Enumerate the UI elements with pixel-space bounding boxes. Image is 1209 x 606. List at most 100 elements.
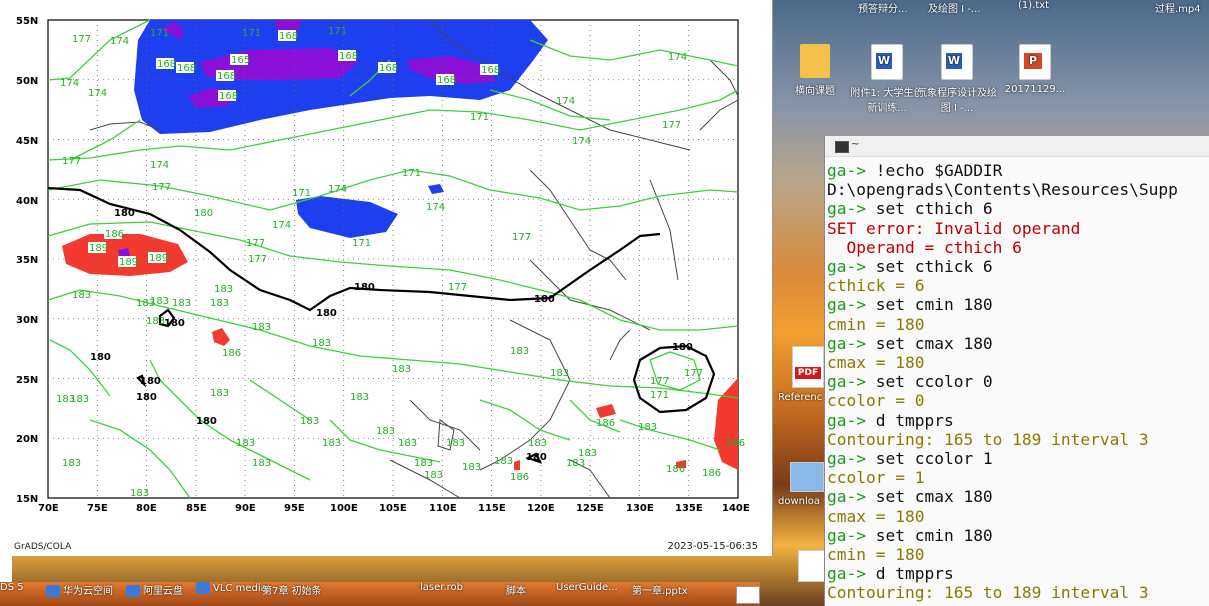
svg-text:171: 171 [328,26,347,37]
svg-text:180: 180 [194,208,213,219]
pdf-icon[interactable]: PDF [792,346,824,388]
lon-label: 140E [722,503,750,514]
svg-text:177: 177 [72,34,91,45]
lat-label: 15N [16,494,38,505]
svg-text:174: 174 [272,220,291,231]
terminal-task-icon[interactable] [736,586,760,604]
svg-text:171: 171 [402,168,421,179]
terminal-prompt: ga-> [827,333,876,353]
grads-terminal-window[interactable]: ~ ga-> !echo $GADDIR D:\opengrads\Content… [824,136,1209,606]
desktop-icon-folder[interactable]: 横向课题 [774,44,856,97]
lon-label: 95E [284,503,305,514]
taskbar-item[interactable]: laser.rob [420,582,463,593]
terminal-line: ga-> d tmpprs [827,564,1208,583]
file-icon[interactable] [798,550,826,582]
terminal-line: cthick = 6 [827,276,925,296]
taskbar-item[interactable]: VLC media [196,582,267,594]
svg-text:165: 165 [231,55,250,66]
contour-map: 177 174 171 171 171 174 174 174 174 177 … [16,16,750,514]
terminal-prompt: ga-> [827,449,876,469]
taskbar-item[interactable]: 华为云空间 [46,582,113,597]
svg-text:171: 171 [150,28,169,39]
grads-graphics-window[interactable]: 177 174 171 171 171 174 174 174 174 177 … [10,0,773,556]
svg-text:183: 183 [252,458,271,469]
taskbar-item[interactable]: 第一章.pptx [632,582,688,597]
terminal-command: set ccolor 0 [875,372,993,392]
terminal-titlebar[interactable]: ~ [825,136,1209,157]
svg-text:174: 174 [668,52,687,63]
taskbar-item[interactable]: 第7章 初始条 [262,582,322,597]
svg-text:183: 183 [70,394,89,405]
lat-label: 40N [16,196,38,207]
svg-text:183: 183 [376,426,395,437]
terminal-line: ga-> set ccolor 1 [827,449,1208,468]
taskbar-item[interactable]: UserGuide... [556,582,618,593]
terminal-prompt: ga-> [827,410,876,430]
powerpoint-icon: P [1019,44,1051,80]
svg-text:177: 177 [448,282,467,293]
terminal-line: D:\opengrads\Contents\Resources\Supp [827,180,1178,200]
svg-text:183: 183 [424,470,443,481]
svg-text:183: 183 [300,416,319,427]
desktop-icon-label[interactable]: (1).txt [1018,0,1049,11]
svg-text:183: 183 [312,338,331,349]
svg-text:174: 174 [572,136,591,147]
svg-text:177: 177 [152,182,171,193]
svg-text:174: 174 [426,202,445,213]
svg-text:183: 183 [130,488,149,499]
desktop-icon-label[interactable]: downloa [778,496,820,507]
svg-text:183: 183 [214,284,233,295]
svg-text:183: 183 [146,316,165,327]
svg-text:186: 186 [510,472,529,483]
svg-text:174: 174 [88,88,107,99]
svg-text:168: 168 [379,63,398,74]
svg-text:186: 186 [596,418,615,429]
terminal-line: ga-> set cthich 6 [827,199,1208,218]
terminal-command: d tmpprs [875,564,954,584]
lat-label: 20N [16,434,38,445]
terminal-line: ccolor = 0 [827,391,925,411]
taskbar-item[interactable]: 脚本 [506,582,526,597]
svg-text:183: 183 [566,458,585,469]
svg-text:183: 183 [322,438,341,449]
svg-text:180: 180 [136,392,157,403]
desktop-icon-label: 附件1: 大学生创新训练... [850,88,924,114]
svg-text:177: 177 [684,368,703,379]
terminal-line: ga-> set ccolor 0 [827,372,1208,391]
svg-text:168: 168 [481,65,500,76]
svg-text:186: 186 [105,229,124,240]
terminal-title: ~ [851,139,860,150]
desktop-icon-ppt[interactable]: P 20171129... [994,44,1076,95]
terminal-output[interactable]: ga-> !echo $GADDIR D:\opengrads\Contents\… [825,157,1209,603]
desktop-icon-label[interactable]: 及绘图 I -... [928,0,980,15]
svg-text:174: 174 [110,36,129,47]
svg-text:180: 180 [526,452,547,463]
svg-text:183: 183 [236,438,255,449]
lat-label: 45N [16,136,38,147]
desktop-icon-label[interactable]: 过程.mp4 [1155,0,1201,15]
svg-text:168: 168 [177,63,196,74]
svg-text:189: 189 [119,257,138,268]
desktop-icon-label[interactable]: Referenc [778,392,822,403]
lat-label: 55N [16,16,38,27]
svg-text:174: 174 [60,78,79,89]
svg-text:189: 189 [89,243,108,254]
terminal-command: set cthick 6 [875,257,993,277]
desktop-icon-word-doc[interactable]: W 气象程序设计及绘图 I -... [916,44,998,114]
lon-label: 120E [527,503,555,514]
svg-text:183: 183 [446,438,465,449]
taskbar-item[interactable]: 阿里云盘 [126,582,183,597]
lon-label: 125E [576,503,604,514]
taskbar-item[interactable]: DS 5 [0,582,24,593]
terminal-line: cmax = 180 [827,353,925,373]
desktop-icon-label: 气象程序设计及绘图 I -... [917,88,997,114]
svg-text:174: 174 [150,160,169,171]
svg-text:174: 174 [328,184,347,195]
timestamp-label: 2023-05-15-06:35 [667,541,758,552]
desktop-icon-label: 横向课题 [795,86,835,97]
terminal-command: !echo $GADDIR [875,161,1003,180]
desktop-icon-label[interactable]: 预答辩分... [858,0,908,15]
taskbar: DS 5 华为云空间 阿里云盘 VLC media 第7章 初始条 laser.… [0,582,760,606]
image-file-icon[interactable] [790,462,824,492]
lon-label: 100E [330,503,358,514]
